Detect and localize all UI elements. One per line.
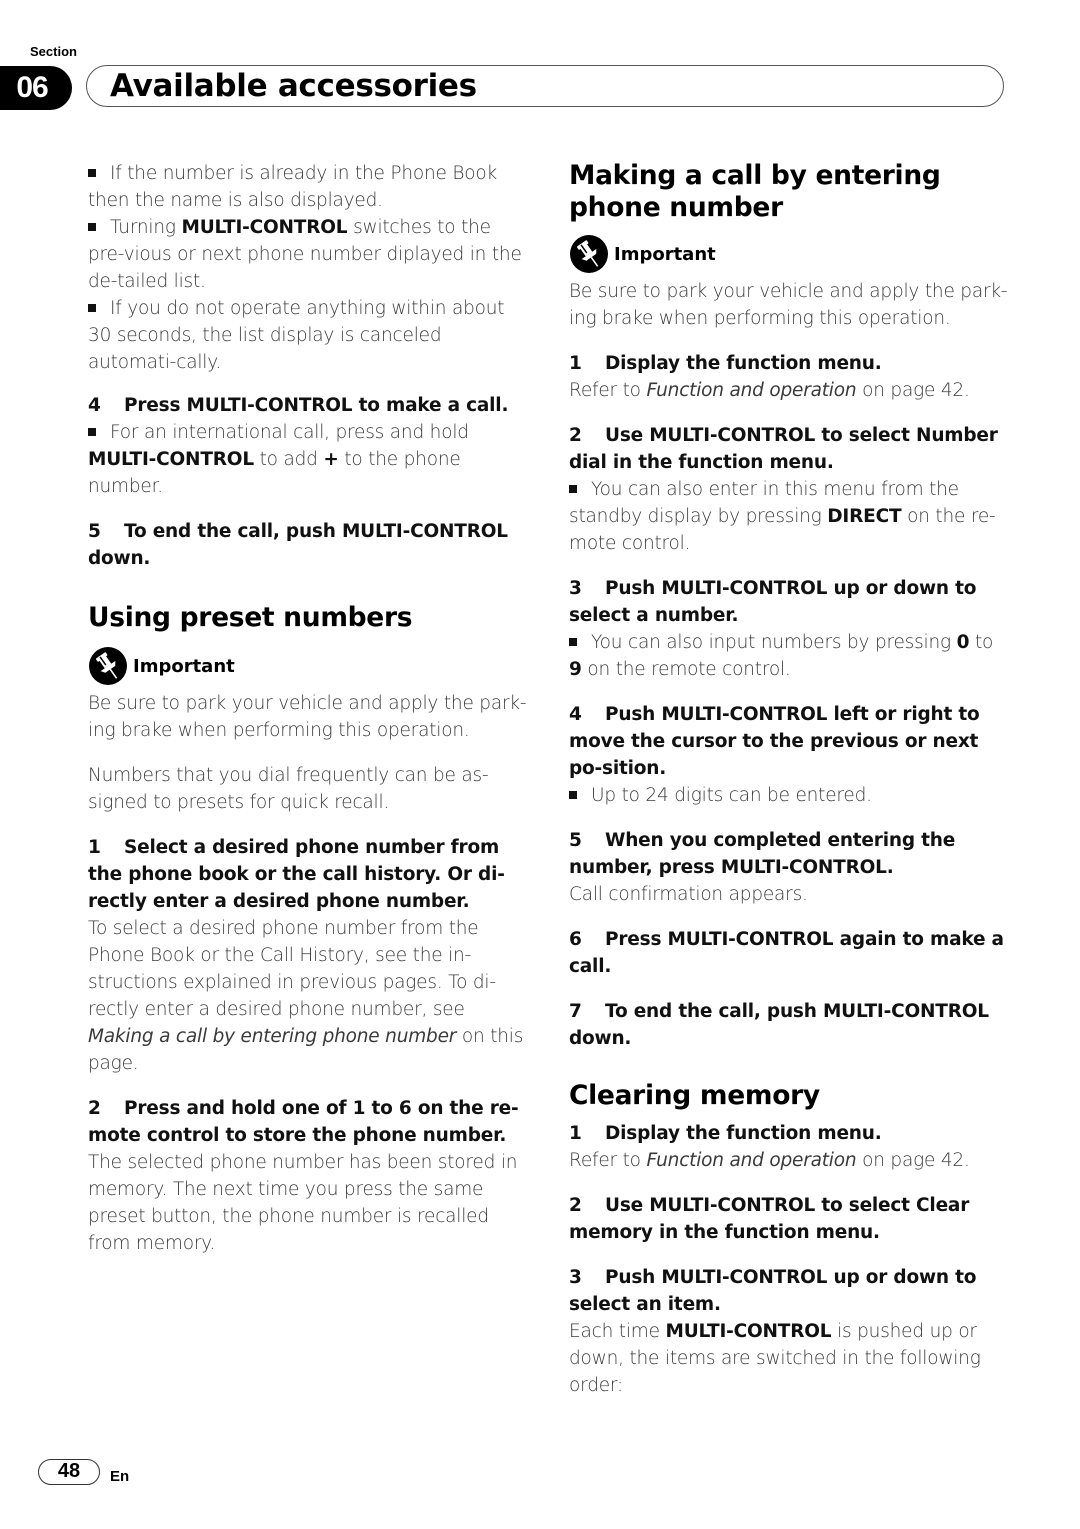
call-step-6-text: Press MULTI-CONTROL again to make a call…: [569, 929, 1004, 977]
call-step-3: 3 Push MULTI-CONTROL up or down to select…: [569, 578, 977, 626]
bullet-square-icon: [88, 169, 96, 177]
important-notice: Important: [88, 646, 528, 686]
important-label: Important: [614, 243, 716, 265]
call-step-4: 4 Push MULTI-CONTROL left or right to mov…: [569, 704, 980, 779]
call-step-1-text: Display the function menu.: [605, 353, 882, 374]
important-text: Be sure to park your vehicle and apply t…: [88, 693, 527, 741]
call-step-7: 7 To end the call, push MULTI-CONTROL dow…: [569, 1001, 989, 1049]
call-step-4-text: Push MULTI-CONTROL left or right to move…: [569, 704, 980, 779]
step-4-note: For an international call, press and hol…: [88, 422, 469, 497]
clear-step-3: 3 Push MULTI-CONTROL up or down to select…: [569, 1267, 977, 1315]
pushpin-icon: [570, 235, 608, 273]
list-item: If the number is already in the Phone Bo…: [88, 163, 498, 211]
call-step-3-text: Push MULTI-CONTROL up or down to select …: [569, 578, 977, 626]
clear-step-3-body: Each time MULTI-CONTROL is pushed up or …: [569, 1321, 981, 1396]
important-text: Be sure to park your vehicle and apply t…: [569, 281, 1008, 329]
pushpin-icon: [89, 647, 127, 685]
left-column: If the number is already in the Phone Bo…: [88, 160, 528, 1257]
clear-step-2: 2 Use MULTI-CONTROL to select Clear memor…: [569, 1195, 970, 1243]
right-column: Making a call by entering phone number I…: [569, 160, 1009, 1399]
clear-step-3-text: Push MULTI-CONTROL up or down to select …: [569, 1267, 977, 1315]
preset-step-1: 1 Select a desired phone number from the …: [88, 837, 505, 912]
important-label: Important: [133, 655, 235, 677]
bullet-square-icon: [569, 638, 577, 646]
bullet-list-top: If the number is already in the Phone Bo…: [88, 160, 528, 376]
language-code: En: [110, 1468, 130, 1485]
bullet-square-icon: [88, 223, 96, 231]
page-number: 48: [38, 1459, 100, 1485]
call-step-1-body: Refer to Function and operation on page …: [569, 380, 970, 401]
bullet-square-icon: [88, 304, 96, 312]
call-step-7-text: To end the call, push MULTI-CONTROL down…: [569, 1001, 989, 1049]
page-title: Available accessories: [110, 68, 477, 104]
bullet-square-icon: [569, 791, 577, 799]
clear-step-1: 1 Display the function menu.: [569, 1123, 882, 1144]
preset-step-1-body: To select a desired phone number from th…: [88, 918, 524, 1074]
call-step-2-text: Use MULTI-CONTROL to select Number dial …: [569, 425, 998, 473]
section-heading-clearing: Clearing memory: [569, 1080, 820, 1111]
preset-step-2-body: The selected phone number has been store…: [88, 1152, 518, 1254]
list-item: If you do not operate anything within ab…: [88, 298, 505, 373]
call-step-3-note: You can also input numbers by pressing 0…: [569, 632, 994, 680]
call-step-5: 5 When you completed entering the number,…: [569, 830, 956, 878]
call-step-5-body: Call confirmation appears.: [569, 884, 808, 905]
bullet-square-icon: [88, 428, 96, 436]
section-heading-preset: Using preset numbers: [88, 602, 413, 633]
bullet-square-icon: [569, 485, 577, 493]
important-notice: Important: [569, 234, 1009, 274]
call-step-6: 6 Press MULTI-CONTROL again to make a cal…: [569, 929, 1004, 977]
step-4-text: Press MULTI-CONTROL to make a call.: [124, 395, 509, 416]
call-step-4-note: Up to 24 digits can be entered.: [569, 782, 1009, 809]
section-number-badge: 06: [0, 66, 72, 110]
step-5-text: To end the call, push MULTI-CONTROL down…: [88, 521, 508, 569]
step-4: 4 Press MULTI-CONTROL to make a call.: [88, 395, 509, 416]
section-label: Section: [30, 44, 77, 59]
preset-step-2: 2 Press and hold one of 1 to 6 on the re-…: [88, 1098, 519, 1146]
call-step-2-note: You can also enter in this menu from the…: [569, 479, 996, 554]
section-heading-making-call: Making a call by entering phone number: [569, 160, 941, 223]
step-5: 5 To end the call, push MULTI-CONTROL dow…: [88, 521, 508, 569]
call-step-1: 1 Display the function menu.: [569, 353, 882, 374]
preset-intro: Numbers that you dial frequently can be …: [88, 765, 489, 813]
preset-step-1-text: Select a desired phone number from the p…: [88, 837, 505, 912]
call-step-2: 2 Use MULTI-CONTROL to select Number dial…: [569, 425, 998, 473]
preset-step-2-text: Press and hold one of 1 to 6 on the re-m…: [88, 1098, 519, 1146]
call-step-5-text: When you completed entering the number, …: [569, 830, 956, 878]
clear-step-2-text: Use MULTI-CONTROL to select Clear memory…: [569, 1195, 970, 1243]
list-item: Turning MULTI-CONTROL switches to the pr…: [88, 217, 522, 292]
clear-step-1-body: Refer to Function and operation on page …: [569, 1150, 970, 1171]
clear-step-1-text: Display the function menu.: [605, 1123, 882, 1144]
